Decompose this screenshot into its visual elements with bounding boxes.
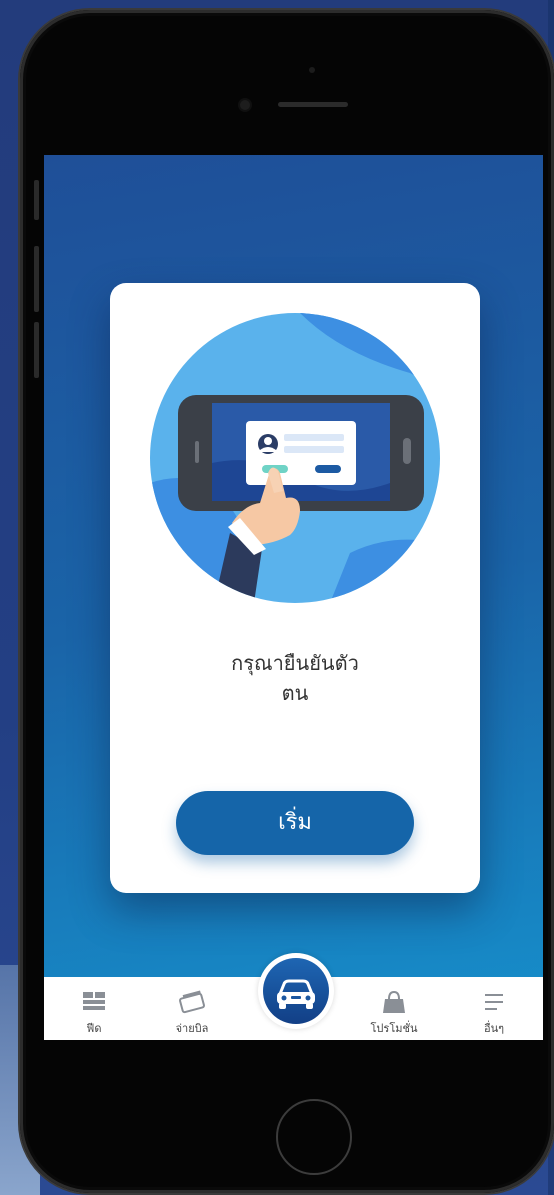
tab-feed-label: ฟีด <box>86 1022 102 1035</box>
tab-feed[interactable]: ฟีด <box>49 977 139 1040</box>
volume-up-button <box>34 246 39 312</box>
tab-promotion[interactable]: โปรโมชั่น <box>349 977 439 1040</box>
message-line-1: กรุณายืนยันตัว <box>231 651 359 675</box>
identity-verification-illustration <box>150 313 440 603</box>
message-line-2: ตน <box>281 681 309 705</box>
verification-message: กรุณายืนยันตัว ตน <box>110 648 480 708</box>
tab-pay-bill[interactable]: จ่ายบิล <box>147 977 237 1040</box>
tab-more[interactable]: อื่นๆ <box>449 977 539 1040</box>
car-center-button[interactable] <box>258 953 334 1029</box>
tab-pay-bill-label: จ่ายบิล <box>175 1022 209 1035</box>
car-icon <box>277 979 315 1009</box>
earpiece-speaker <box>278 102 348 107</box>
front-camera <box>240 100 250 110</box>
proximity-sensor <box>309 67 315 73</box>
home-button[interactable] <box>276 1099 352 1175</box>
menu-icon <box>485 994 503 1010</box>
tab-promotion-label: โปรโมชั่น <box>370 1022 418 1035</box>
volume-down-button <box>34 322 39 378</box>
app-screen: กรุณายืนยันตัว ตน เริ่ม ฟีด จ่ายบิล โปรโ… <box>44 155 543 1040</box>
car-button-circle <box>263 958 329 1024</box>
bill-icon <box>179 990 205 1014</box>
start-button[interactable]: เริ่ม <box>176 791 414 855</box>
shopping-bag-icon <box>383 990 405 1013</box>
mute-switch <box>34 180 39 220</box>
tab-more-label: อื่นๆ <box>483 1022 505 1035</box>
feed-icon <box>83 992 105 1010</box>
verification-card: กรุณายืนยันตัว ตน เริ่ม <box>110 283 480 893</box>
